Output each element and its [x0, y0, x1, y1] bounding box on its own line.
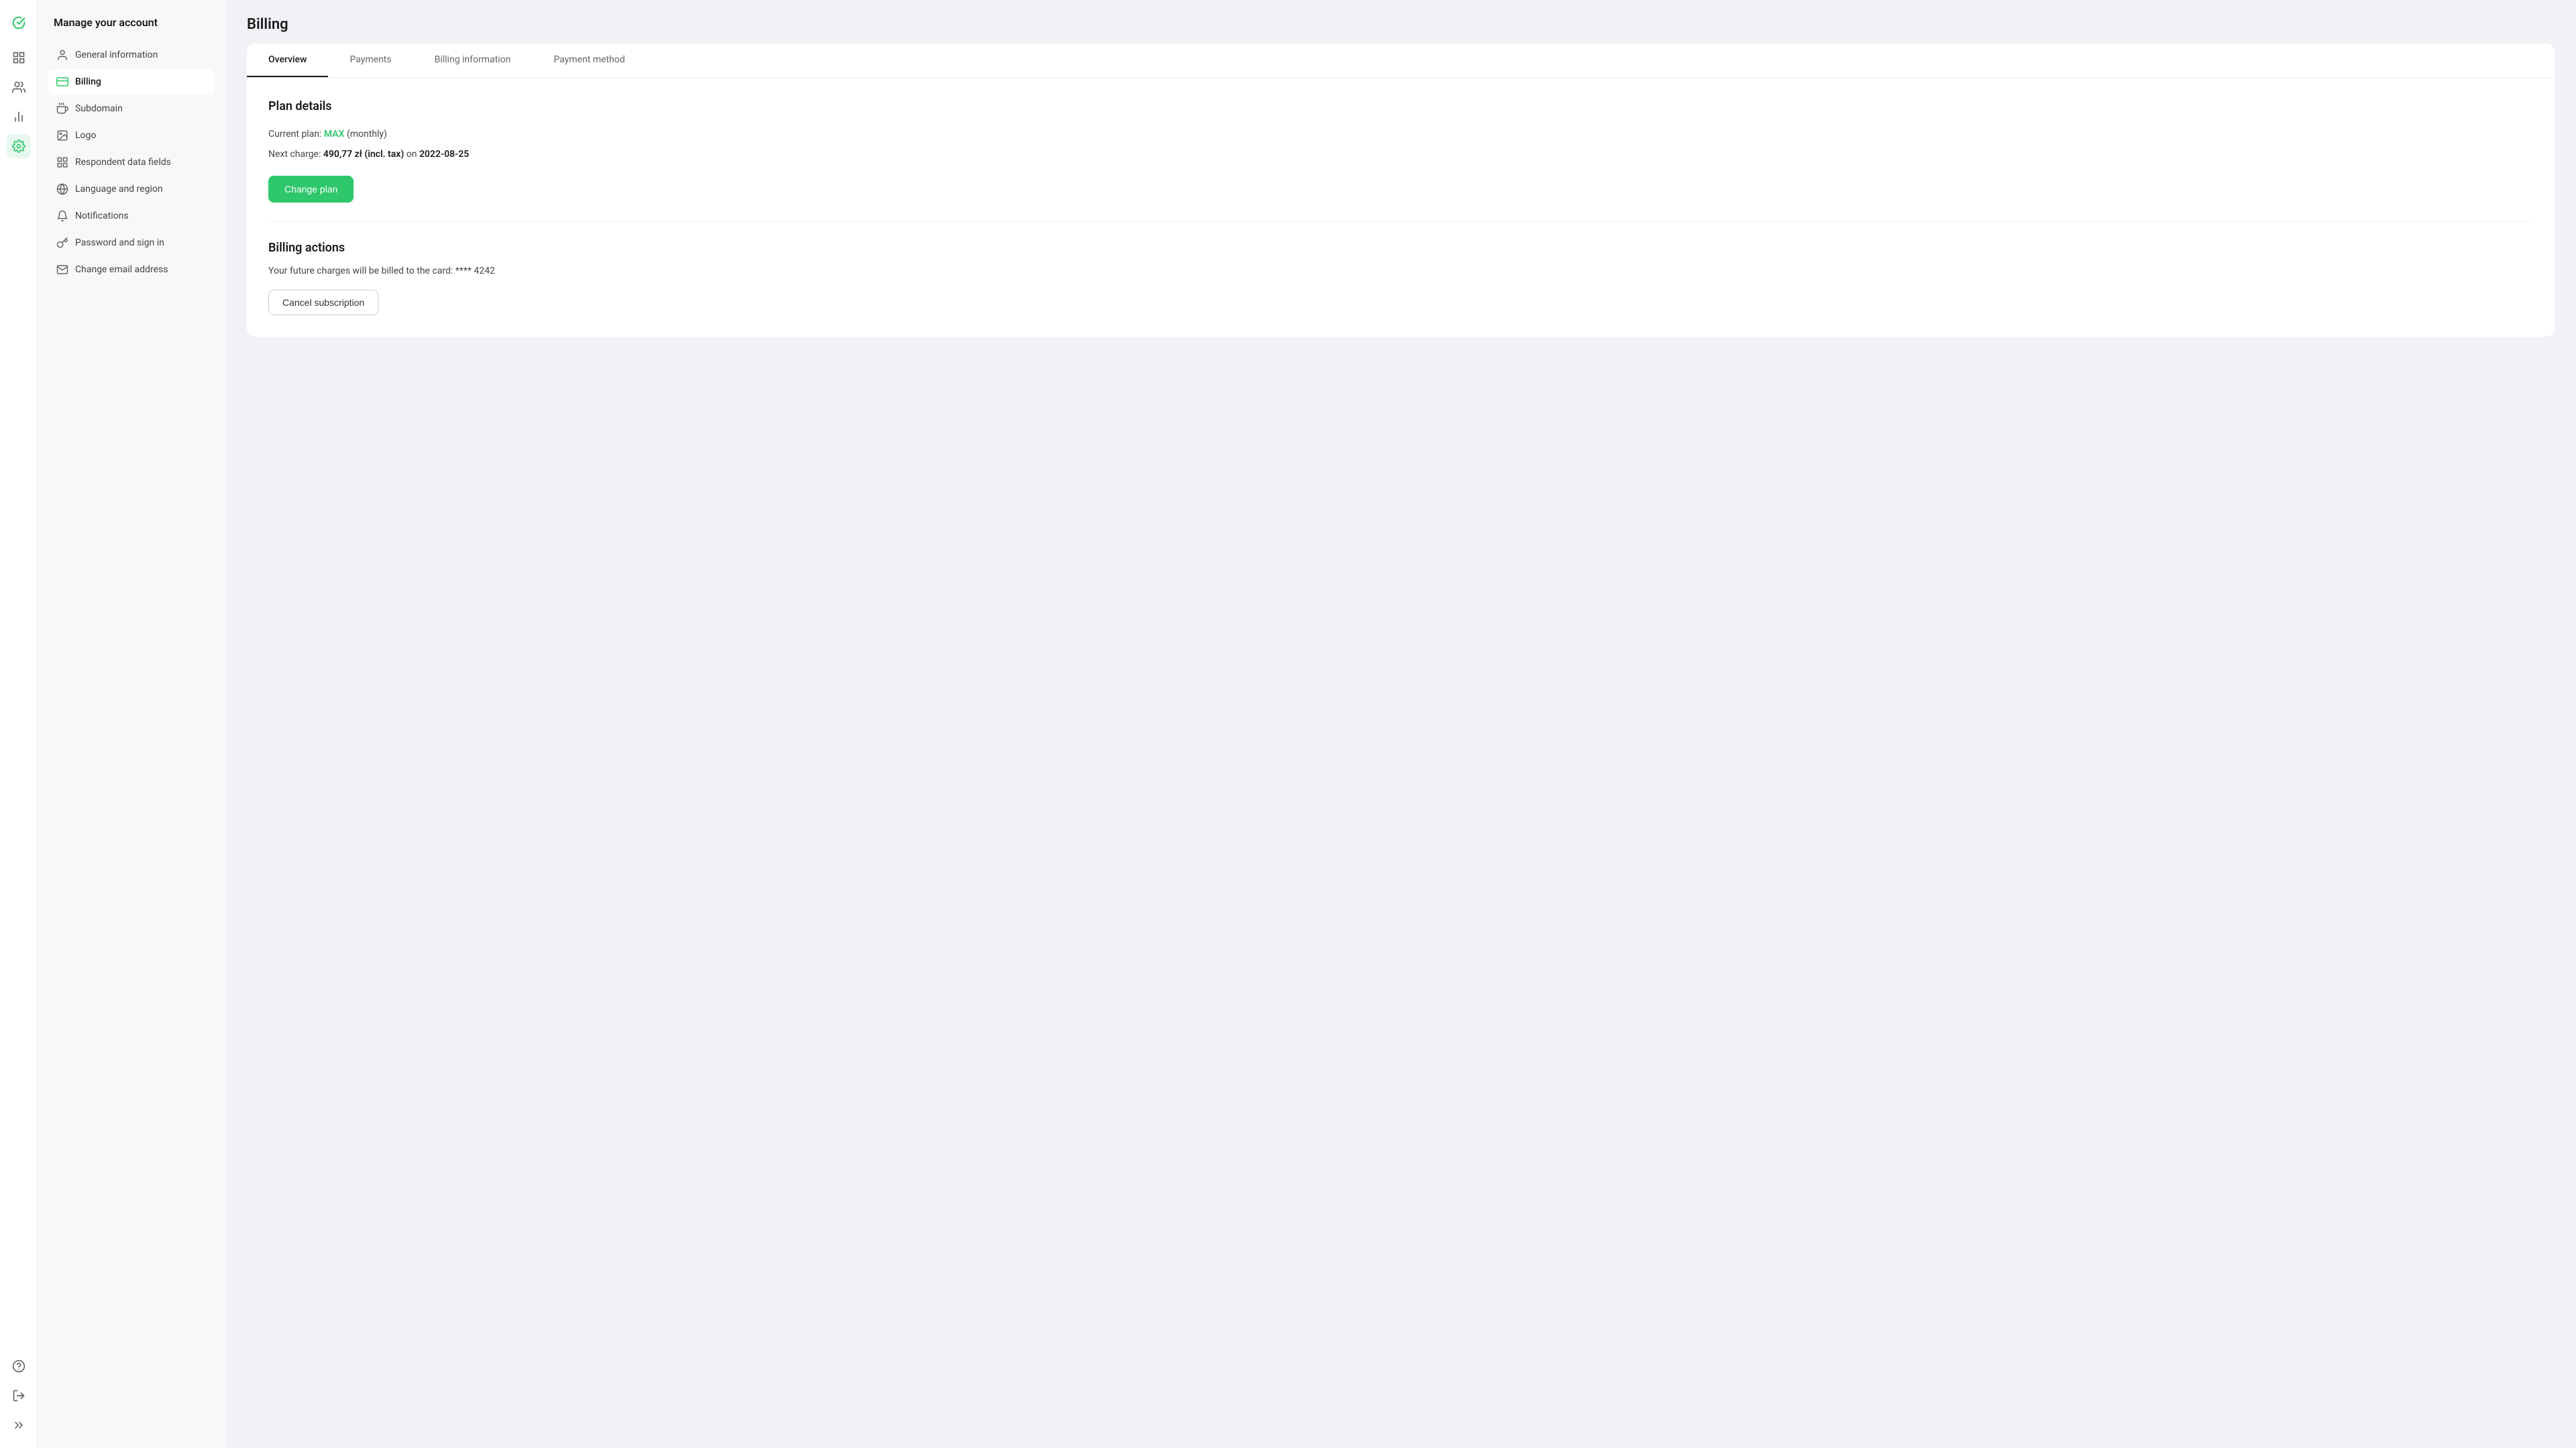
icon-bar: [0, 0, 38, 1448]
sidebar-item-label: Respondent data fields: [75, 157, 171, 168]
plan-name: MAX: [324, 129, 345, 140]
subdomain-icon: [56, 103, 68, 115]
sidebar-item-general[interactable]: General information: [48, 42, 215, 68]
main-body: Overview Payments Billing information Pa…: [225, 44, 2576, 1448]
tab-payment-method[interactable]: Payment method: [532, 44, 646, 77]
grid-small-icon: [56, 156, 68, 168]
grid-icon[interactable]: [7, 46, 31, 70]
current-plan-info: Current plan: MAX (monthly): [268, 127, 2533, 142]
user-circle-icon: [56, 49, 68, 61]
sidebar-item-language[interactable]: Language and region: [48, 176, 215, 202]
sidebar-item-label: Billing: [75, 76, 101, 87]
card-text-prefix: Your future charges will be billed to th…: [268, 266, 455, 276]
next-charge-prefix: Next charge:: [268, 149, 323, 160]
sidebar-item-notifications[interactable]: Notifications: [48, 203, 215, 229]
card-info-text: Your future charges will be billed to th…: [268, 266, 2533, 276]
collapse-sidebar-icon[interactable]: [7, 1413, 31, 1437]
image-icon: [56, 129, 68, 142]
cancel-subscription-button[interactable]: Cancel subscription: [268, 290, 378, 315]
sidebar-item-label: General information: [75, 50, 158, 60]
current-plan-prefix: Current plan:: [268, 129, 324, 140]
sidebar-item-subdomain[interactable]: Subdomain: [48, 96, 215, 121]
sidebar-item-respondent[interactable]: Respondent data fields: [48, 150, 215, 175]
tab-billing-info[interactable]: Billing information: [413, 44, 533, 77]
sidebar-item-label: Logo: [75, 130, 96, 141]
next-charge-info: Next charge: 490,77 zł (incl. tax) on 20…: [268, 147, 2533, 162]
tab-overview[interactable]: Overview: [247, 44, 328, 77]
sidebar-item-password[interactable]: Password and sign in: [48, 230, 215, 256]
sidebar-item-email[interactable]: Change email address: [48, 257, 215, 282]
sidebar-item-label: Subdomain: [75, 103, 123, 114]
sidebar: Manage your account General information …: [38, 0, 225, 1448]
card-body: Plan details Current plan: MAX (monthly)…: [247, 78, 2555, 337]
sidebar-title: Manage your account: [48, 16, 215, 29]
envelope-icon: [56, 264, 68, 276]
users-icon[interactable]: [7, 75, 31, 99]
next-charge-amount: 490,77 zł (incl. tax): [323, 149, 404, 160]
key-icon: [56, 237, 68, 249]
sidebar-item-logo[interactable]: Logo: [48, 123, 215, 148]
next-charge-date: 2022-08-25: [419, 149, 469, 160]
next-charge-on: on: [404, 149, 419, 160]
globe-icon: [56, 183, 68, 195]
logout-icon[interactable]: [7, 1384, 31, 1408]
bell-icon: [56, 210, 68, 222]
help-icon[interactable]: [7, 1354, 31, 1378]
card-number: **** 4242: [455, 266, 495, 276]
section-divider: [268, 221, 2533, 222]
change-plan-button[interactable]: Change plan: [268, 176, 354, 203]
sidebar-item-label: Password and sign in: [75, 237, 164, 248]
plan-details-title: Plan details: [268, 99, 2533, 113]
sidebar-item-label: Notifications: [75, 211, 129, 221]
chart-icon[interactable]: [7, 105, 31, 129]
billing-actions-title: Billing actions: [268, 241, 2533, 255]
settings-icon[interactable]: [7, 134, 31, 158]
main-header: Billing: [225, 0, 2576, 44]
credit-card-icon: [56, 76, 68, 88]
plan-suffix: (monthly): [344, 129, 386, 140]
sidebar-item-billing[interactable]: Billing: [48, 69, 215, 95]
tab-bar: Overview Payments Billing information Pa…: [247, 44, 2555, 78]
logo-icon[interactable]: [7, 11, 31, 35]
billing-card: Overview Payments Billing information Pa…: [247, 44, 2555, 337]
main-content: Billing Overview Payments Billing inform…: [225, 0, 2576, 1448]
sidebar-item-label: Change email address: [75, 264, 168, 275]
page-title: Billing: [247, 16, 2555, 33]
tab-payments[interactable]: Payments: [328, 44, 413, 77]
sidebar-item-label: Language and region: [75, 184, 163, 194]
